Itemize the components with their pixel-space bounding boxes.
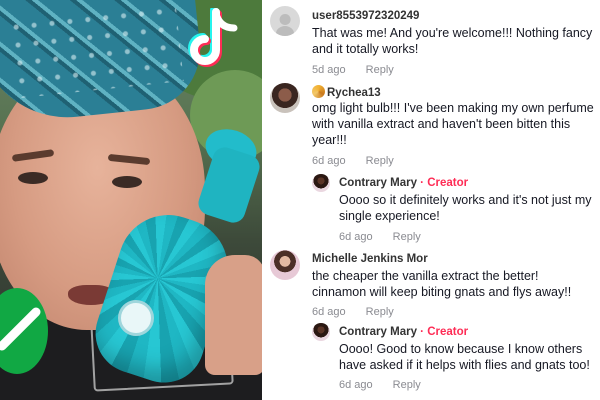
comment-text-line: the cheaper the vanilla extract the bett… xyxy=(312,269,539,283)
comment-text-line: have asked if it helps with flies and gn… xyxy=(339,358,590,372)
avatar[interactable] xyxy=(270,6,300,36)
comment-age: 5d ago xyxy=(312,64,346,76)
avatar[interactable] xyxy=(270,250,300,280)
comment-text-line: single experience! xyxy=(339,209,440,223)
comment-username[interactable]: Rychea13 xyxy=(312,85,381,99)
comment-text-line: with vanilla extract and haven't been bi… xyxy=(312,117,571,131)
comment-text-line: Oooo! Good to know because I know others xyxy=(339,342,583,356)
comment-age: 6d ago xyxy=(312,155,346,167)
left-eyebrow xyxy=(11,149,55,162)
comment-text-line: year!!! xyxy=(312,133,347,147)
comment-meta: 6d ago Reply xyxy=(339,231,421,243)
comment-text-line: cinnamon will keep biting gnats and flys… xyxy=(312,285,572,299)
reply-button[interactable]: Reply xyxy=(366,64,394,76)
bottle-label xyxy=(118,300,154,336)
right-eye xyxy=(112,176,142,188)
comments-panel: user8553972320249 That was me! And you'r… xyxy=(262,0,600,400)
comment-text-line: and it totally works! xyxy=(312,42,419,56)
creator-badge: · Creator xyxy=(420,326,469,338)
comment-age: 6d ago xyxy=(312,306,346,318)
comment-username[interactable]: Michelle Jenkins Mor xyxy=(312,253,428,265)
tiktok-icon xyxy=(186,6,242,74)
comment-meta: 5d ago Reply xyxy=(312,64,394,76)
reply-button[interactable]: Reply xyxy=(366,155,394,167)
comment-age: 6d ago xyxy=(339,231,373,243)
reply-button[interactable]: Reply xyxy=(393,231,421,243)
creator-badge: · Creator xyxy=(420,177,469,189)
right-eyebrow xyxy=(107,153,151,166)
hand xyxy=(205,255,262,375)
video-frame: ǝᗡ xyxy=(0,0,262,400)
comment-username-text: Contrary Mary xyxy=(339,177,417,189)
avatar[interactable] xyxy=(270,83,300,113)
comment-username[interactable]: user8553972320249 xyxy=(312,10,419,22)
comment-meta: 6d ago Reply xyxy=(339,379,421,391)
avatar[interactable] xyxy=(312,323,330,341)
comment-username[interactable]: Contrary Mary · Creator xyxy=(339,326,468,338)
comment-age: 6d ago xyxy=(339,379,373,391)
comment-text-line: That was me! And you're welcome!!! Nothi… xyxy=(312,26,593,40)
comment-username-text: Rychea13 xyxy=(327,87,381,99)
comment-username-text: Contrary Mary xyxy=(339,326,417,338)
bottle-neck xyxy=(195,144,262,226)
swirl-emoji-icon xyxy=(312,85,325,98)
comment-meta: 6d ago Reply xyxy=(312,306,394,318)
reply-button[interactable]: Reply xyxy=(366,306,394,318)
avatar[interactable] xyxy=(312,174,330,192)
comment-text-line: omg light bulb!!! I've been making my ow… xyxy=(312,101,594,115)
comment-username[interactable]: Contrary Mary · Creator xyxy=(339,177,468,189)
reply-button[interactable]: Reply xyxy=(393,379,421,391)
comment-meta: 6d ago Reply xyxy=(312,155,394,167)
left-eye xyxy=(18,172,48,184)
comment-text-line: Oooo so it definitely works and it's not… xyxy=(339,193,592,207)
